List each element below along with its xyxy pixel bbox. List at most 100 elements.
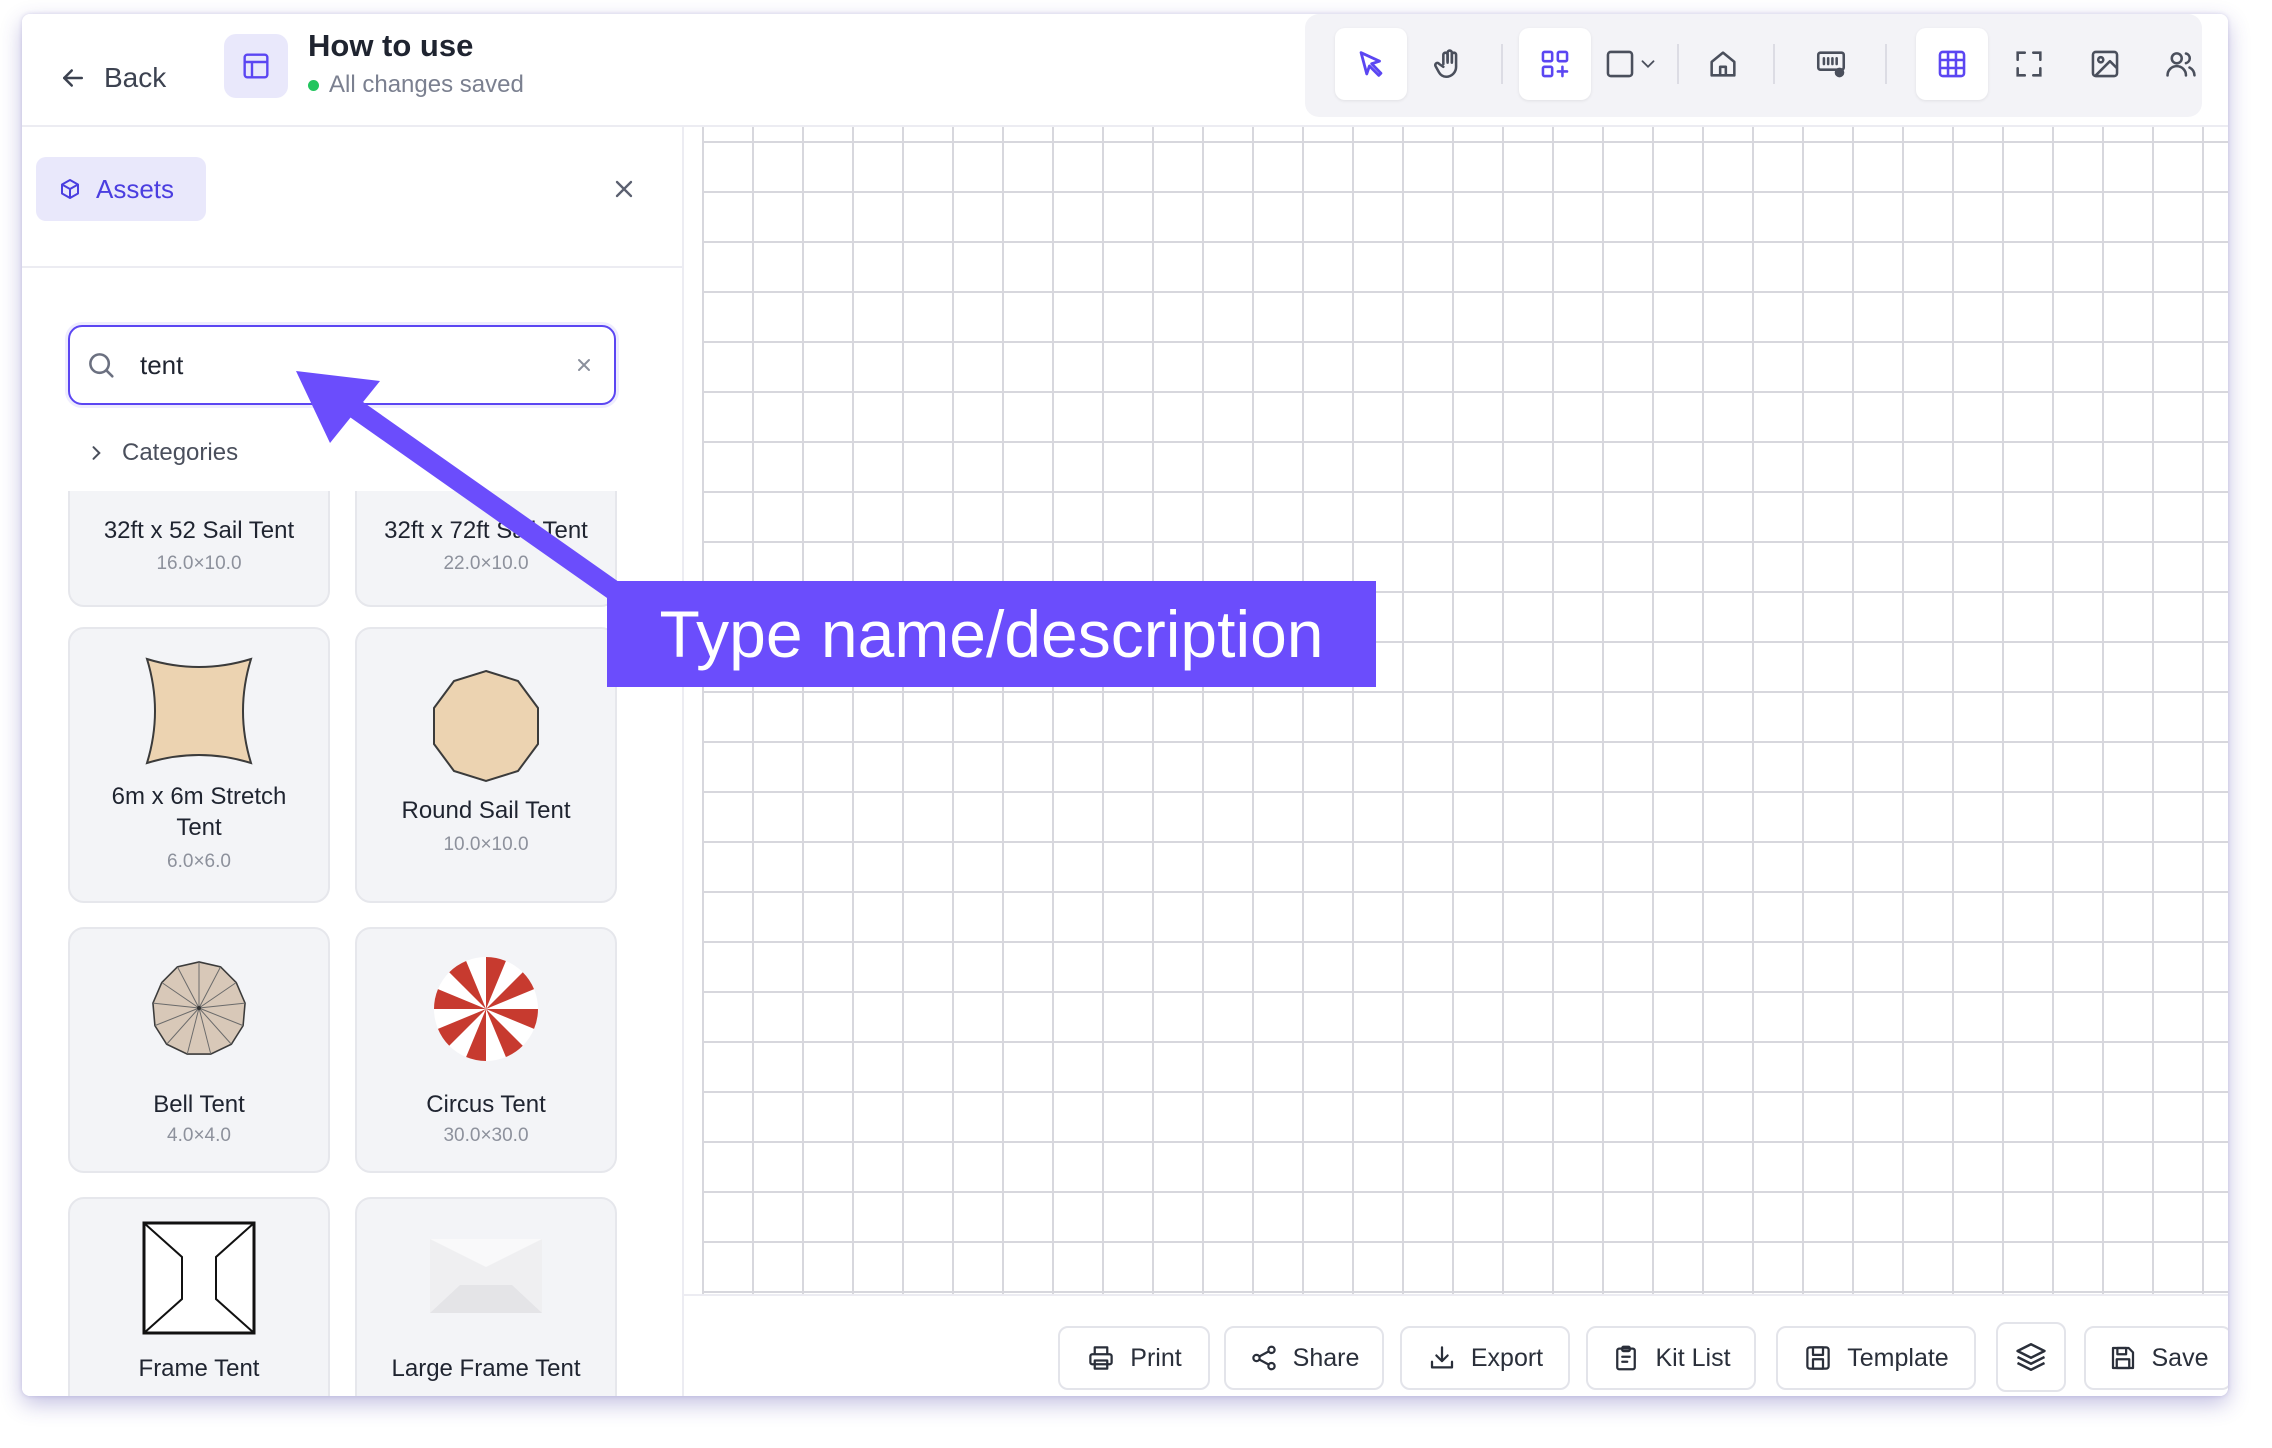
bottom-action-bar: Print Share Export Kit List Template Sav… <box>684 1294 2228 1396</box>
arrow-left-icon <box>63 69 83 87</box>
round-sail-tent-thumbnail <box>433 669 539 783</box>
asset-card[interactable]: 6m x 6m Stretch Tent 6.0×6.0 <box>68 627 330 903</box>
chevron-down-icon <box>1641 60 1655 69</box>
home-icon <box>1710 51 1736 77</box>
asset-name: 32ft x 52 Sail Tent <box>103 517 295 544</box>
clear-search-icon[interactable] <box>572 353 596 377</box>
back-button[interactable]: Back <box>58 48 166 108</box>
add-elements-button[interactable] <box>1519 28 1591 100</box>
cube-icon <box>61 179 79 199</box>
save-status: All changes saved <box>308 71 524 99</box>
asset-name: Circus Tent <box>426 1091 546 1118</box>
template-label: Template <box>1847 1343 1949 1372</box>
save-icon <box>2111 1346 2134 1370</box>
tab-assets-label: Assets <box>96 173 175 204</box>
save-label: Save <box>2151 1343 2209 1372</box>
pan-tool-button[interactable] <box>1413 28 1485 100</box>
asset-dims: 4.0×4.0 <box>167 1125 231 1146</box>
template-button[interactable]: Template <box>1776 1326 1976 1390</box>
layout-tool-button[interactable] <box>1795 28 1867 100</box>
back-label: Back <box>104 62 167 93</box>
asset-dims: 10.0×10.0 <box>443 834 529 855</box>
layers-icon <box>2016 1343 2046 1371</box>
fullscreen-icon <box>2016 51 2042 77</box>
shape-icon <box>1606 50 1634 78</box>
fullscreen-button[interactable] <box>1993 28 2065 100</box>
asset-card[interactable]: Large Frame Tent <box>355 1197 617 1396</box>
image-icon <box>2091 50 2119 78</box>
asset-name: Large Frame Tent <box>391 1355 581 1382</box>
canvas-margin <box>684 127 702 1294</box>
image-button[interactable] <box>2069 28 2141 100</box>
status-dot-icon <box>308 79 319 91</box>
search-input[interactable] <box>138 348 542 382</box>
asset-grid: 32ft x 52 Sail Tent 16.0×10.0 32ft x 72f… <box>22 491 682 1396</box>
app-window: Back How to use All changes saved Assets… <box>22 14 2228 1396</box>
asset-dims: 16.0×10.0 <box>156 553 242 574</box>
grid-toggle-button[interactable] <box>1916 28 1988 100</box>
asset-name: Round Sail Tent <box>401 797 571 824</box>
users-icon <box>2166 52 2196 77</box>
circus-tent-thumbnail <box>434 957 538 1061</box>
large-frame-tent-thumbnail <box>430 1239 542 1313</box>
asset-card[interactable]: Frame Tent <box>68 1197 330 1396</box>
toolbar-divider <box>1501 44 1503 84</box>
categories-label: Categories <box>122 439 239 466</box>
assets-panel: Assets Categories 32ft x 52 Sail Tent 16… <box>22 127 684 1396</box>
toolbar-divider <box>1885 44 1887 84</box>
asset-dims: 22.0×10.0 <box>443 553 529 574</box>
document-title[interactable]: How to use <box>308 28 473 64</box>
asset-name: Bell Tent <box>153 1091 245 1118</box>
print-button[interactable]: Print <box>1058 1326 1210 1390</box>
share-icon <box>1251 1345 1276 1371</box>
share-button[interactable]: Share <box>1224 1326 1384 1390</box>
shape-dropdown-button[interactable] <box>1595 28 1667 100</box>
asset-name: 32ft x 72ft Sail Tent <box>384 517 588 544</box>
categories-toggle[interactable]: Categories <box>86 439 238 467</box>
layers-button[interactable] <box>1996 1322 2066 1392</box>
share-label: Share <box>1292 1343 1360 1372</box>
asset-card[interactable]: Bell Tent 4.0×4.0 <box>68 927 330 1173</box>
toolbar-divider <box>1677 44 1679 84</box>
stretch-tent-thumbnail <box>145 657 253 765</box>
asset-card[interactable]: Round Sail Tent 10.0×10.0 <box>355 627 617 903</box>
tab-assets[interactable]: Assets <box>36 157 206 221</box>
download-icon <box>1430 1346 1453 1369</box>
select-icon <box>1359 51 1383 77</box>
layout-icon <box>1816 51 1846 78</box>
callout-label: Type name/description <box>607 581 1376 687</box>
design-canvas[interactable] <box>684 127 2228 1294</box>
grid-icon <box>1938 50 1966 78</box>
asset-dims: 6.0×6.0 <box>167 851 231 872</box>
chevron-right-icon <box>92 446 101 460</box>
hand-icon <box>1434 49 1458 79</box>
kit-list-label: Kit List <box>1655 1343 1731 1372</box>
select-tool-button[interactable] <box>1335 28 1407 100</box>
asset-card[interactable]: Circus Tent 30.0×30.0 <box>355 927 617 1173</box>
asset-dims: 30.0×30.0 <box>443 1125 529 1146</box>
asset-name: 6m x 6m Stretch Tent <box>111 783 287 841</box>
bell-tent-thumbnail <box>152 961 246 1055</box>
panel-divider <box>22 266 682 268</box>
top-header: Back How to use All changes saved <box>22 14 2228 127</box>
save-button[interactable]: Save <box>2084 1326 2228 1390</box>
asset-card[interactable]: 32ft x 72ft Sail Tent 22.0×10.0 <box>355 491 617 607</box>
frame-tent-thumbnail <box>142 1221 256 1335</box>
home-button[interactable] <box>1687 28 1759 100</box>
save-status-text: All changes saved <box>329 71 524 98</box>
kit-list-button[interactable]: Kit List <box>1586 1326 1756 1390</box>
add-elements-icon <box>1541 50 1569 78</box>
close-icon <box>615 180 633 198</box>
asset-name: Frame Tent <box>138 1355 260 1382</box>
template-icon <box>1806 1346 1831 1370</box>
collaborators-button[interactable] <box>2145 28 2217 100</box>
asset-search-box[interactable] <box>68 325 616 405</box>
close-panel-button[interactable] <box>606 171 642 207</box>
export-button[interactable]: Export <box>1400 1326 1570 1390</box>
asset-card[interactable]: 32ft x 52 Sail Tent 16.0×10.0 <box>68 491 330 607</box>
export-label: Export <box>1470 1343 1544 1372</box>
canvas-toolbar <box>1305 14 2202 117</box>
layout-doc-icon <box>224 34 288 98</box>
printer-icon <box>1089 1346 1114 1370</box>
toolbar-divider <box>1773 44 1775 84</box>
